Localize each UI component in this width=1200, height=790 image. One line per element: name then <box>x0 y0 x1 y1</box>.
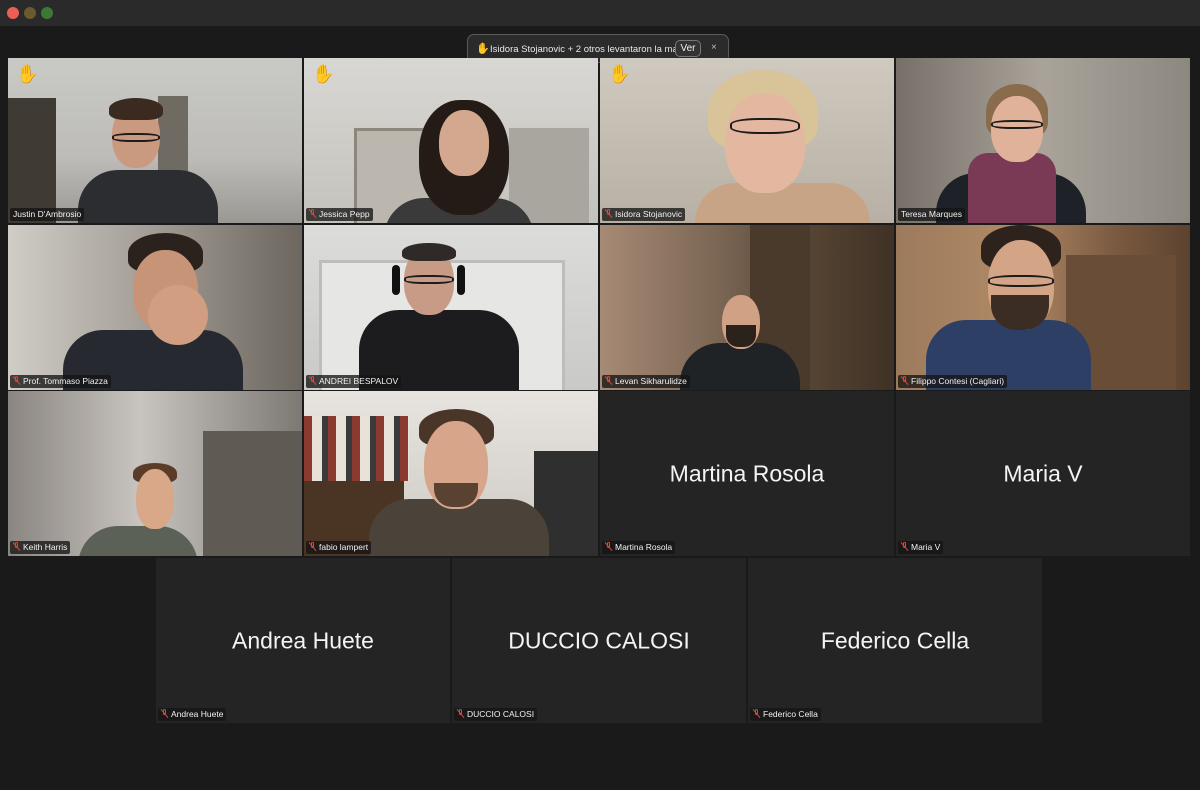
mic-muted-icon <box>309 542 317 551</box>
mic-muted-icon <box>605 209 613 218</box>
video-tile[interactable]: Levan Sikharulidze <box>600 225 894 390</box>
video-feed <box>8 58 302 223</box>
mic-muted-icon <box>901 376 909 385</box>
video-tile[interactable]: Federico Cella Federico Cella <box>748 558 1042 723</box>
participant-name: Federico Cella <box>750 708 821 721</box>
mic-muted-icon <box>605 376 613 385</box>
raised-hand-icon: ✋ <box>16 64 39 84</box>
video-tile[interactable]: DUCCIO CALOSI DUCCIO CALOSI <box>452 558 746 723</box>
mic-muted-icon <box>901 542 909 551</box>
participant-display-name: Martina Rosola <box>669 460 825 486</box>
participant-name: ANDREI BESPALOV <box>306 375 402 388</box>
window-titlebar <box>0 0 1200 26</box>
video-feed <box>600 58 894 223</box>
mic-muted-icon <box>309 209 317 218</box>
participant-display-name: Maria V <box>1003 460 1083 486</box>
participant-name: Justin D'Ambrosio <box>10 208 85 221</box>
video-tile[interactable]: Maria V Maria V <box>896 391 1190 556</box>
video-feed <box>600 225 894 390</box>
participant-name: Keith Harris <box>10 541 71 554</box>
video-feed <box>304 225 598 390</box>
video-feed <box>896 58 1190 223</box>
video-feed <box>8 391 302 556</box>
video-tile[interactable]: Martina Rosola Martina Rosola <box>600 391 894 556</box>
video-tile[interactable]: Keith Harris <box>8 391 302 556</box>
participant-name: fabio lampert <box>306 541 372 554</box>
video-tile[interactable]: Andrea Huete Andrea Huete <box>156 558 450 723</box>
minimize-window-button[interactable] <box>24 7 36 19</box>
mic-muted-icon <box>13 376 21 385</box>
video-feed <box>304 58 598 223</box>
raised-hand-icon: ✋ <box>476 43 490 55</box>
notification-message: Isidora Stojanovic + 2 otros levantaron … <box>490 44 689 55</box>
mic-muted-icon <box>753 709 761 718</box>
video-feed <box>8 225 302 390</box>
mic-muted-icon <box>457 709 465 718</box>
video-tile[interactable]: Teresa Marques <box>896 58 1190 223</box>
participant-name: Teresa Marques <box>898 208 965 221</box>
video-tile[interactable]: ANDREI BESPALOV <box>304 225 598 390</box>
participant-name: Jessica Pepp <box>306 208 373 221</box>
close-window-button[interactable] <box>7 7 19 19</box>
participant-name: Andrea Huete <box>158 708 227 721</box>
maximize-window-button[interactable] <box>41 7 53 19</box>
mic-muted-icon <box>309 376 317 385</box>
participant-name: Maria V <box>898 541 944 554</box>
mic-muted-icon <box>161 709 169 718</box>
video-feed <box>896 225 1190 390</box>
video-tile[interactable]: fabio lampert <box>304 391 598 556</box>
participant-name: Isidora Stojanovic <box>602 208 686 221</box>
raised-hand-icon: ✋ <box>312 64 335 84</box>
video-tile[interactable]: Filippo Contesi (Cagliari) <box>896 225 1190 390</box>
mic-muted-icon <box>13 542 21 551</box>
view-button[interactable]: Ver <box>675 40 701 57</box>
close-icon[interactable]: × <box>711 42 717 53</box>
participant-name: DUCCIO CALOSI <box>454 708 538 721</box>
video-tile[interactable]: ✋ Justin D'Ambrosio <box>8 58 302 223</box>
participant-name: Martina Rosola <box>602 541 676 554</box>
video-tile[interactable]: Prof. Tommaso Piazza <box>8 225 302 390</box>
mic-muted-icon <box>605 542 613 551</box>
participant-display-name: Federico Cella <box>820 627 970 653</box>
raised-hand-icon: ✋ <box>608 64 631 84</box>
participant-name: Levan Sikharulidze <box>602 375 690 388</box>
video-feed <box>304 391 598 556</box>
video-tile[interactable]: ✋ Isidora Stojanovic <box>600 58 894 223</box>
video-tile[interactable]: ✋ Jessica Pepp <box>304 58 598 223</box>
participant-name: Filippo Contesi (Cagliari) <box>898 375 1008 388</box>
participant-name: Prof. Tommaso Piazza <box>10 375 111 388</box>
participant-display-name: Andrea Huete <box>232 627 374 653</box>
participant-display-name: DUCCIO CALOSI <box>508 627 690 653</box>
